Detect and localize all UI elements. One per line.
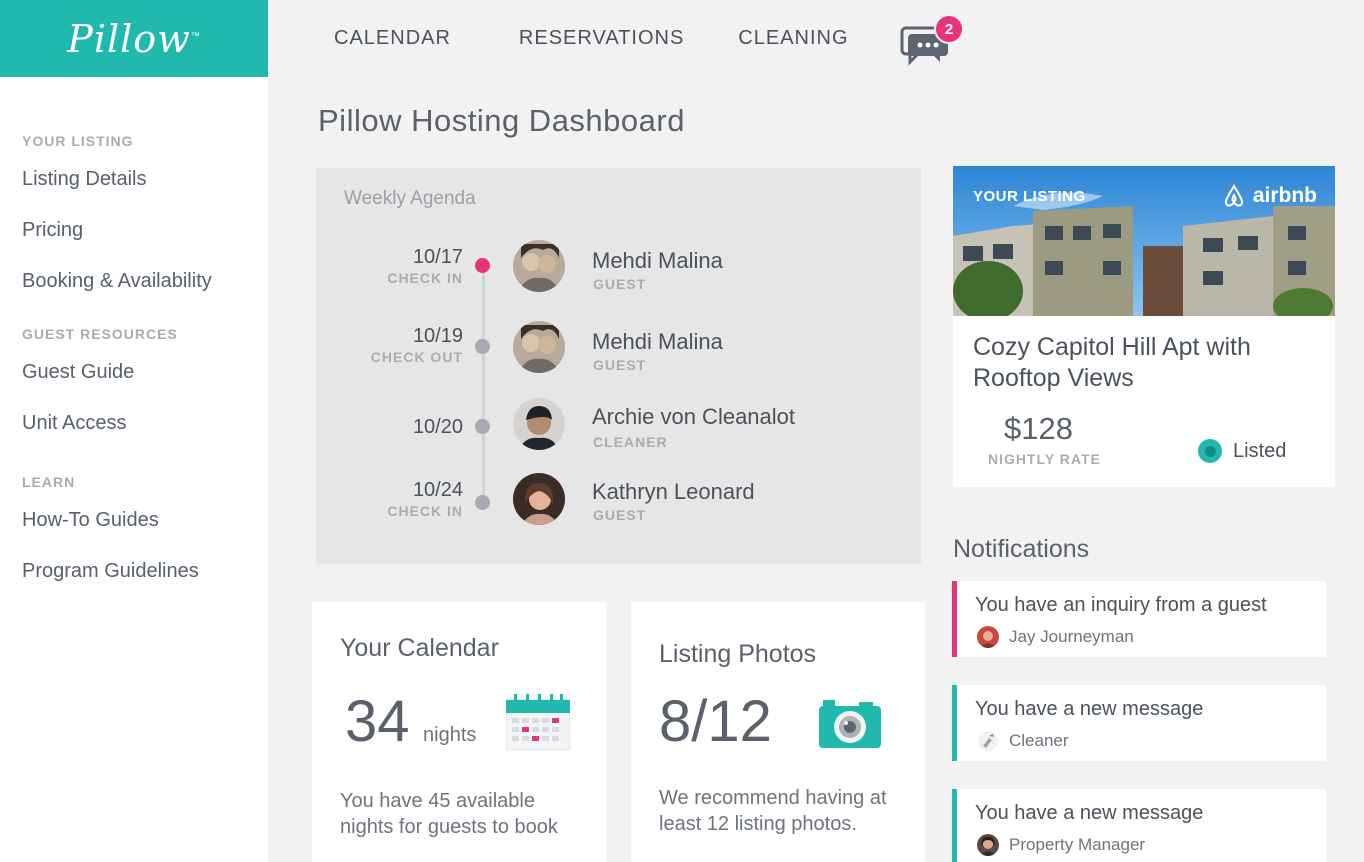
agenda-item[interactable]: 10/19 CHECK OUT Mehdi Malina GUEST — [316, 321, 921, 385]
avatar[interactable] — [513, 473, 565, 525]
listed-status-icon — [1198, 439, 1222, 463]
agenda-person-role: GUEST — [593, 357, 647, 373]
agenda-item[interactable]: 10/17 CHECK IN Mehdi Malina GUEST — [316, 240, 921, 306]
timeline-dot — [475, 419, 490, 434]
sidebar-item-booking-availability[interactable]: Booking & Availability — [22, 270, 268, 302]
listing-photos-card[interactable]: Listing Photos 8/12 We recommend having … — [631, 602, 925, 862]
nightly-price: $128 — [1004, 411, 1073, 446]
agenda-person-role: CLEANER — [593, 434, 668, 450]
sidebar-item-pricing[interactable]: Pricing — [22, 219, 268, 251]
notification-text: You have a new message — [975, 698, 1204, 720]
nav-reservations[interactable]: RESERVATIONS — [519, 27, 684, 50]
airbnb-logo: airbnb — [1221, 183, 1317, 209]
avatar[interactable] — [513, 240, 565, 292]
sidebar-heading-learn: LEARN — [22, 474, 76, 490]
notification-item[interactable]: You have a new message Cleaner — [952, 685, 1326, 761]
notification-item[interactable]: You have an inquiry from a guest Jay Jou… — [952, 581, 1326, 657]
airbnb-icon — [1224, 183, 1243, 207]
listing-status: Listed — [1233, 440, 1287, 462]
nav-cleaning[interactable]: CLEANING — [738, 27, 848, 50]
camera-icon — [819, 700, 881, 748]
sidebar-item-unit-access[interactable]: Unit Access — [22, 412, 268, 444]
sidebar-item-how-to-guides[interactable]: How-To Guides — [22, 509, 268, 541]
sidebar-heading-guest-resources: GUEST RESOURCES — [22, 326, 178, 342]
timeline-dot-active — [475, 258, 490, 273]
sidebar-item-listing-details[interactable]: Listing Details — [22, 168, 268, 200]
sender-name: Jay Journeyman — [1009, 627, 1134, 646]
agenda-person-name: Mehdi Malina — [592, 248, 723, 273]
calendar-card[interactable]: Your Calendar 34 nights You have 45 avai… — [312, 602, 606, 862]
agenda-person-name: Archie von Cleanalot — [592, 404, 796, 429]
nav-calendar[interactable]: CALENDAR — [334, 27, 451, 50]
photos-card-title: Listing Photos — [659, 640, 817, 668]
calendar-card-title: Your Calendar — [340, 634, 499, 662]
photos-card-description: We recommend having at least 12 listing … — [659, 787, 887, 835]
sidebar-item-program-guidelines[interactable]: Program Guidelines — [22, 560, 268, 592]
notification-text: You have an inquiry from a guest — [975, 594, 1267, 616]
weekly-agenda: Weekly Agenda 10/17 CHECK IN Mehdi Malin… — [316, 168, 921, 564]
avatar[interactable] — [513, 398, 565, 450]
agenda-item[interactable]: 10/20 Archie von Cleanalot CLEANER — [316, 398, 921, 464]
agenda-date: 10/19 — [412, 325, 463, 347]
sidebar: Pillow™ YOUR LISTING Listing Details Pri… — [0, 0, 268, 862]
messages-count-badge: 2 — [934, 14, 964, 44]
agenda-event: CHECK IN — [387, 270, 463, 286]
agenda-date: 10/24 — [412, 479, 463, 501]
agenda-event: CHECK OUT — [370, 349, 463, 365]
listing-photo: YOUR LISTING airbnb — [953, 166, 1335, 316]
notification-text: You have a new message — [975, 802, 1204, 824]
top-nav: CALENDAR RESERVATIONS CLEANING — [334, 27, 849, 50]
messages-button[interactable]: 2 — [898, 14, 964, 66]
nights-unit: nights — [423, 724, 477, 746]
avatar[interactable] — [513, 321, 565, 373]
pillow-logo[interactable]: Pillow™ — [67, 17, 200, 61]
nightly-rate-label: NIGHTLY RATE — [988, 451, 1101, 467]
timeline-dot — [475, 339, 490, 354]
sidebar-heading-your-listing: YOUR LISTING — [22, 133, 134, 149]
notification-sender: Cleaner — [977, 730, 1069, 752]
logo-header[interactable]: Pillow™ — [0, 0, 268, 77]
agenda-person-name: Mehdi Malina — [592, 329, 723, 354]
sidebar-nav: YOUR LISTING Listing Details Pricing Boo… — [0, 133, 268, 592]
agenda-date: 10/20 — [412, 416, 463, 438]
timeline-dot — [475, 495, 490, 510]
sender-avatar — [977, 626, 999, 648]
photos-count: 8/12 — [659, 689, 772, 754]
calendar-icon — [506, 694, 570, 750]
agenda-person-role: GUEST — [593, 507, 647, 523]
your-listing-label: YOUR LISTING — [973, 188, 1086, 205]
agenda-person-name: Kathryn Leonard — [592, 479, 755, 504]
notification-item[interactable]: You have a new message Property Manager — [952, 789, 1326, 862]
notifications-heading: Notifications — [953, 535, 1090, 563]
listing-title: Cozy Capitol Hill Apt with Rooftop Views — [973, 333, 1251, 392]
cleaner-icon — [977, 730, 999, 752]
agenda-event: CHECK IN — [387, 503, 463, 519]
sender-avatar — [977, 834, 999, 856]
agenda-person-role: GUEST — [593, 276, 647, 292]
sender-name: Cleaner — [1009, 731, 1069, 750]
notification-sender: Property Manager — [977, 834, 1145, 856]
calendar-card-description: You have 45 available nights for guests … — [340, 790, 558, 838]
agenda-date: 10/17 — [412, 246, 463, 268]
airbnb-text: airbnb — [1252, 184, 1317, 207]
agenda-title: Weekly Agenda — [344, 188, 476, 209]
sender-name: Property Manager — [1009, 835, 1146, 854]
page-title: Pillow Hosting Dashboard — [318, 103, 685, 138]
agenda-item[interactable]: 10/24 CHECK IN Kathryn Leonard GUEST — [316, 473, 921, 539]
sidebar-item-guest-guide[interactable]: Guest Guide — [22, 361, 268, 393]
listing-card[interactable]: YOUR LISTING airbnb Cozy Capitol Hill Ap… — [953, 166, 1335, 487]
available-nights-count: 34 — [345, 689, 410, 754]
notification-sender: Jay Journeyman — [977, 626, 1134, 648]
